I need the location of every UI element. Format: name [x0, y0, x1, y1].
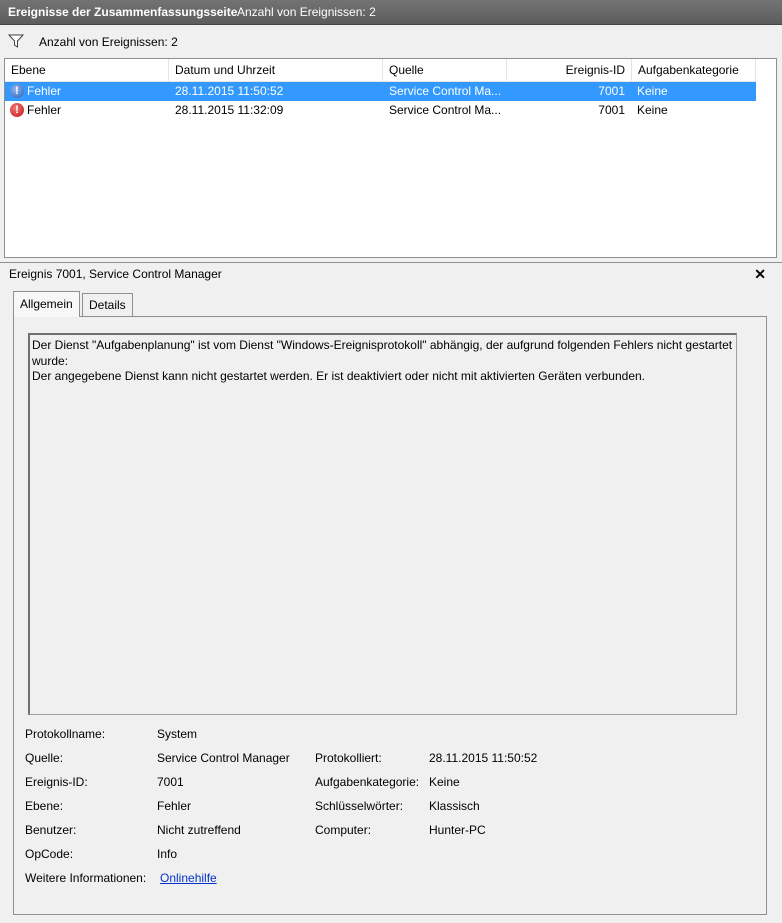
- event-detail-title: Ereignis 7001, Service Control Manager: [9, 267, 222, 281]
- table-row[interactable]: ! Fehler 28.11.2015 11:32:09 Service Con…: [5, 101, 756, 120]
- close-icon[interactable]: ✕: [754, 263, 766, 285]
- column-header-level[interactable]: Ebene: [5, 59, 169, 81]
- event-id-label: Ereignis-ID:: [25, 775, 88, 789]
- column-header-task-category[interactable]: Aufgabenkategorie: [632, 59, 756, 81]
- log-name-value: System: [157, 727, 198, 741]
- cell-source: Service Control Ma...: [389, 103, 502, 117]
- user-label: Benutzer:: [25, 823, 77, 837]
- computer-value: Hunter-PC: [429, 823, 486, 837]
- events-table[interactable]: Ebene Datum und Uhrzeit Quelle Ereignis-…: [4, 58, 777, 258]
- filter-icon[interactable]: [7, 34, 25, 51]
- cell-level: Fehler: [27, 103, 62, 117]
- computer-label: Computer:: [315, 823, 372, 837]
- opcode-value: Info: [157, 847, 178, 861]
- cell-level: Fehler: [27, 84, 62, 98]
- column-header-datetime[interactable]: Datum und Uhrzeit: [169, 59, 383, 81]
- filter-count-text: Anzahl von Ereignissen: 2: [39, 35, 178, 49]
- table-row[interactable]: ! Fehler 28.11.2015 11:50:52 Service Con…: [5, 82, 756, 101]
- logged-value: 28.11.2015 11:50:52: [429, 751, 538, 765]
- message-line: wurde:: [32, 353, 69, 368]
- cell-event-id: 7001: [598, 84, 625, 98]
- header-scroll-gap: [757, 59, 776, 81]
- error-icon: !: [10, 84, 24, 98]
- cell-task-category: Keine: [637, 103, 668, 117]
- level-label: Ebene:: [25, 799, 64, 813]
- general-tab-panel: Der Dienst "Aufgabenplanung" ist vom Die…: [13, 316, 767, 915]
- cell-source: Service Control Ma...: [389, 84, 502, 98]
- cell-datetime: 28.11.2015 11:32:09: [175, 103, 284, 117]
- task-category-label: Aufgabenkategorie:: [315, 775, 420, 789]
- cell-event-id: 7001: [598, 103, 625, 117]
- keywords-label: Schlüsselwörter:: [315, 799, 404, 813]
- tab-general[interactable]: Allgemein: [13, 291, 80, 317]
- column-header-source[interactable]: Quelle: [383, 59, 507, 81]
- more-info-label: Weitere Informationen:: [25, 871, 147, 885]
- table-header: Ebene Datum und Uhrzeit Quelle Ereignis-…: [5, 59, 756, 82]
- filter-bar: Anzahl von Ereignissen: 2: [0, 26, 782, 56]
- user-value: Nicht zutreffend: [157, 823, 241, 837]
- panel-title: Ereignisse der Zusammenfassungsseite: [8, 5, 238, 19]
- event-detail-header: Ereignis 7001, Service Control Manager ✕: [0, 262, 782, 285]
- column-header-event-id[interactable]: Ereignis-ID: [507, 59, 632, 81]
- keywords-value: Klassisch: [429, 799, 480, 813]
- source-value: Service Control Manager: [157, 751, 290, 765]
- source-label: Quelle:: [25, 751, 64, 765]
- event-id-value: 7001: [157, 775, 184, 789]
- log-name-label: Protokollname:: [25, 727, 106, 741]
- message-line: Der angegebene Dienst kann nicht gestart…: [32, 369, 646, 383]
- tab-details[interactable]: Details: [82, 293, 133, 316]
- event-message-box[interactable]: Der Dienst "Aufgabenplanung" ist vom Die…: [28, 333, 737, 715]
- opcode-label: OpCode:: [25, 847, 74, 861]
- cell-task-category: Keine: [637, 84, 668, 98]
- panel-titlebar: Ereignisse der Zusammenfassungsseite Anz…: [0, 0, 782, 25]
- event-count-title: Anzahl von Ereignissen: 2: [237, 5, 376, 19]
- cell-datetime: 28.11.2015 11:50:52: [175, 84, 284, 98]
- error-icon: !: [10, 103, 24, 117]
- level-value: Fehler: [157, 799, 192, 813]
- logged-label: Protokolliert:: [315, 751, 382, 765]
- online-help-link[interactable]: Onlinehilfe: [160, 871, 217, 885]
- task-category-value: Keine: [429, 775, 460, 789]
- message-line: Der Dienst "Aufgabenplanung" ist vom Die…: [32, 338, 733, 352]
